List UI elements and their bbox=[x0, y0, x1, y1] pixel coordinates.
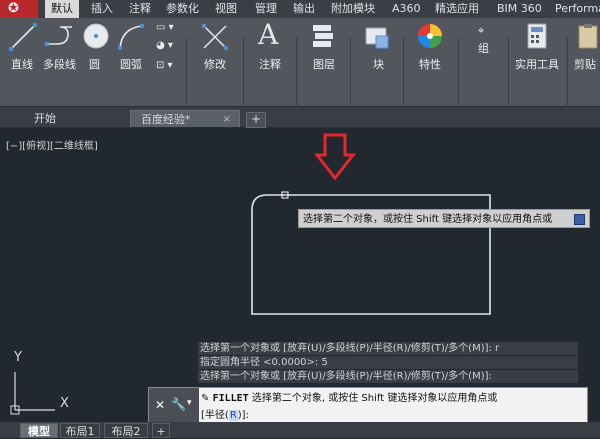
add-layout-button[interactable]: + bbox=[152, 423, 170, 438]
option-prefix: [半径( bbox=[201, 410, 229, 421]
history-dropdown-icon[interactable]: ▾ bbox=[187, 398, 192, 408]
command-history-line: 指定圆角半径 <0.0000>: 5 bbox=[198, 356, 578, 369]
option-radius-key[interactable]: R bbox=[228, 410, 238, 421]
command-line-tools: ✕ 🔧 ▾ bbox=[149, 388, 199, 422]
command-history-line: 选择第一个对象或 [放弃(U)/多段线(P)/半径(R)/修剪(T)/多个(M)… bbox=[198, 370, 578, 383]
command-name: FILLET bbox=[212, 393, 249, 404]
command-line[interactable]: ✕ 🔧 ▾ ✎ FILLET 选择第二个对象, 或按住 Shift 键选择对象以… bbox=[148, 387, 588, 423]
red-arrow-icon bbox=[313, 133, 357, 181]
close-command-line-icon[interactable]: ✕ bbox=[155, 398, 165, 412]
layout-tab-bar: 模型 布局1 布局2 + bbox=[0, 422, 600, 438]
ucs-x-label: X bbox=[60, 396, 69, 411]
ucs-icon bbox=[10, 372, 55, 415]
command-icon: ✎ bbox=[201, 393, 213, 404]
layout2-tab[interactable]: 布局2 bbox=[104, 423, 148, 438]
option-suffix: )]: bbox=[237, 410, 249, 421]
ucs-y-label: Y bbox=[14, 350, 22, 365]
command-option-line: [半径(R)]: bbox=[201, 406, 249, 421]
model-tab[interactable]: 模型 bbox=[20, 423, 58, 438]
layout1-tab[interactable]: 布局1 bbox=[60, 423, 100, 438]
tooltip-expand-icon[interactable] bbox=[574, 214, 585, 225]
command-prompt-line: ✎ FILLET 选择第二个对象, 或按住 Shift 键选择对象以应用角点或 bbox=[201, 389, 497, 404]
command-tooltip: 选择第二个对象，或按住 Shift 键选择对象以应用角点或 bbox=[298, 209, 590, 228]
command-history-line: 选择第一个对象或 [放弃(U)/多段线(P)/半径(R)/修剪(T)/多个(M)… bbox=[198, 342, 578, 355]
customize-wrench-icon[interactable]: 🔧 bbox=[171, 397, 186, 411]
command-prompt: 选择第二个对象, 或按住 Shift 键选择对象以应用角点或 bbox=[251, 393, 498, 404]
tooltip-text: 选择第二个对象，或按住 Shift 键选择对象以应用角点或 bbox=[303, 214, 553, 225]
